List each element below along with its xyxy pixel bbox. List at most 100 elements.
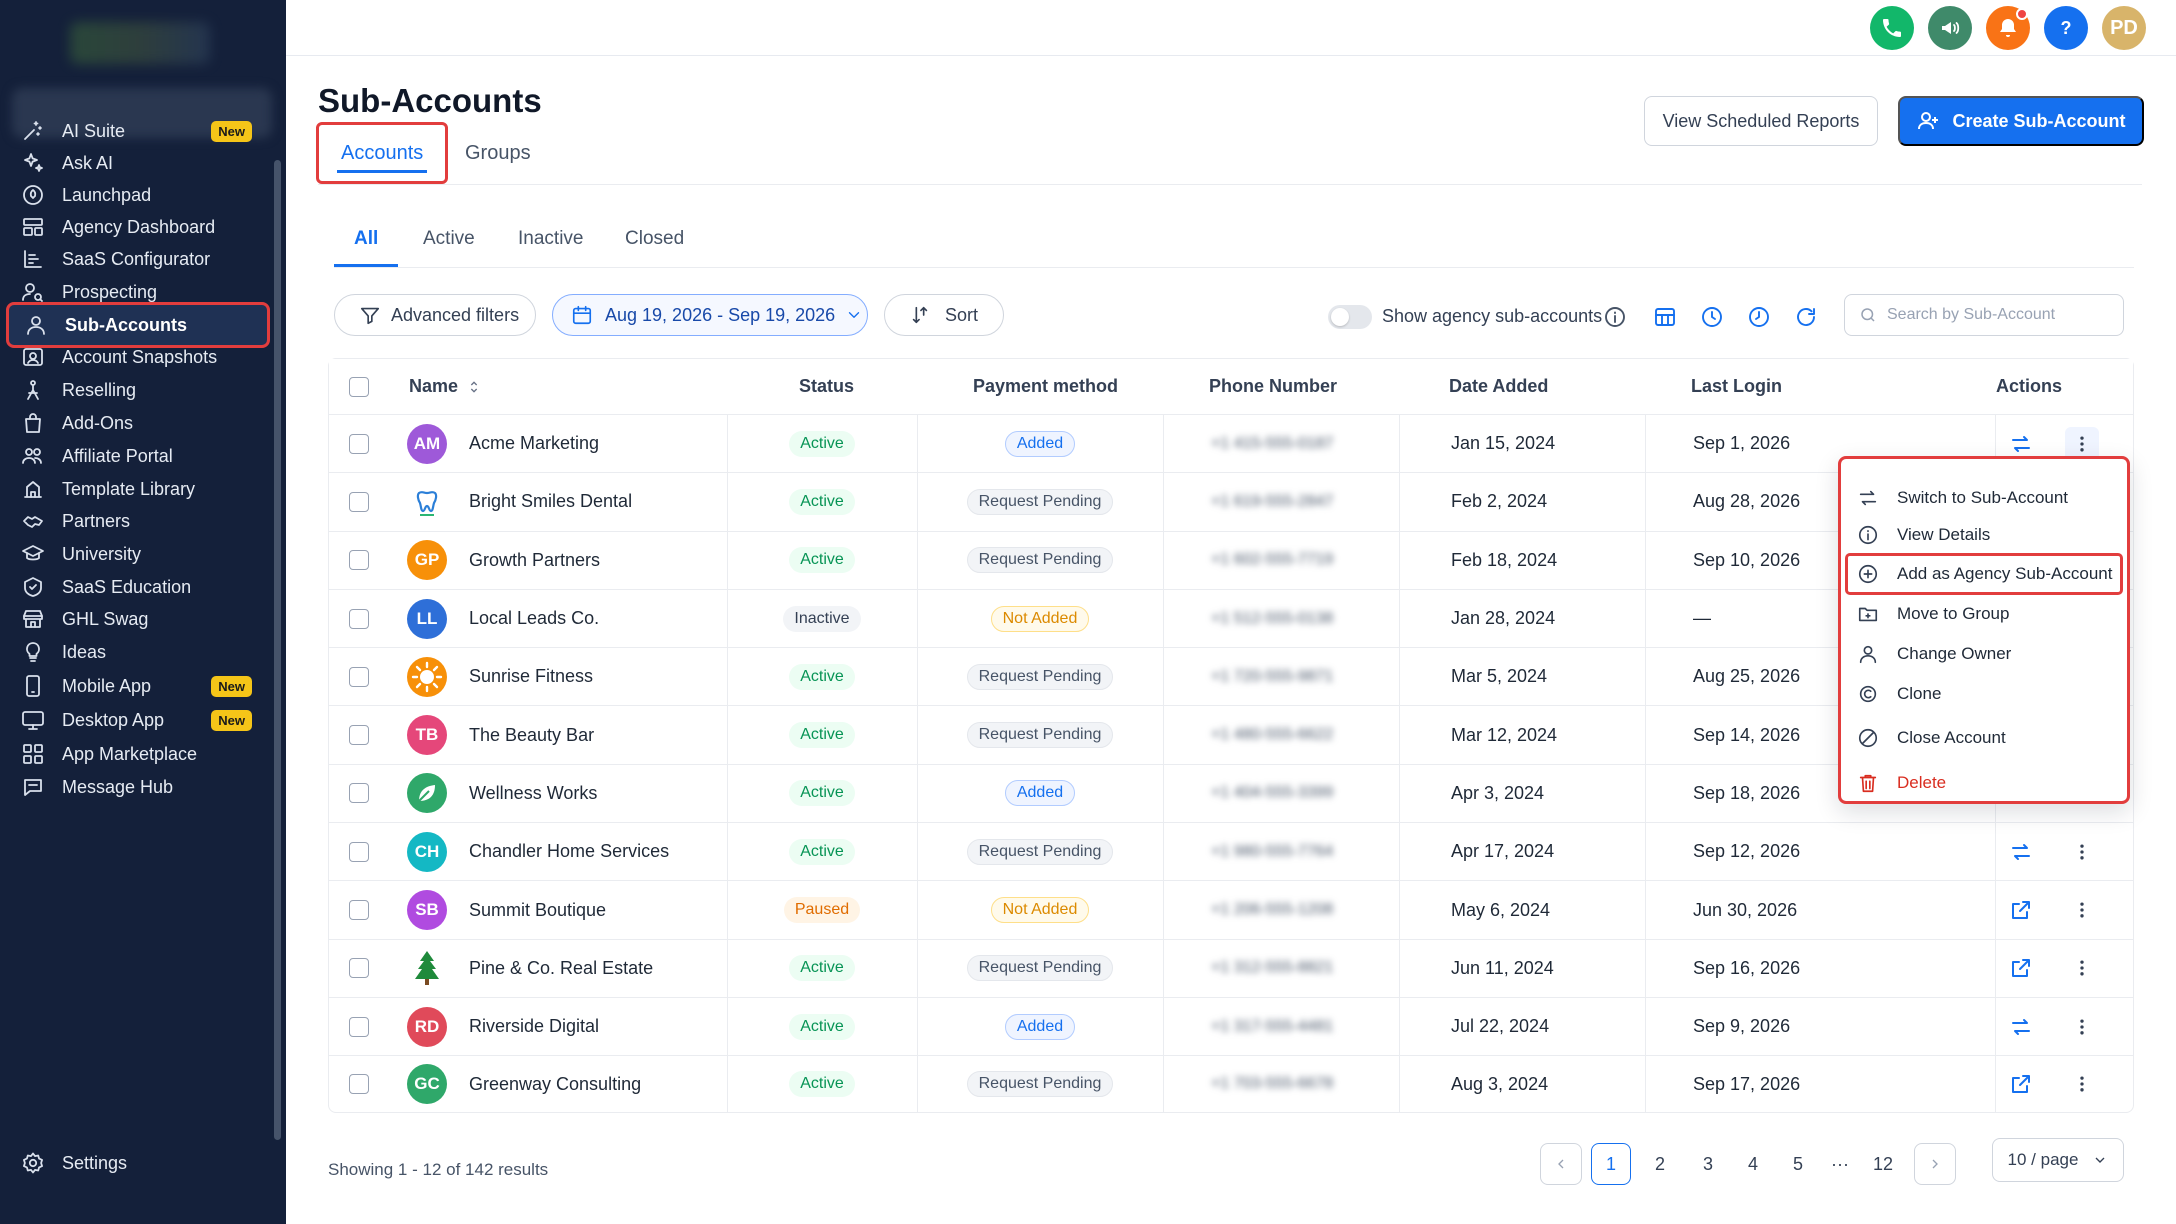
- desktop-icon: [20, 707, 46, 733]
- pine-tree-logo-icon: [407, 948, 447, 988]
- refresh-icon[interactable]: [1791, 302, 1821, 332]
- view-scheduled-reports-button[interactable]: View Scheduled Reports: [1644, 96, 1878, 146]
- switch-account-icon[interactable]: [2009, 823, 2033, 880]
- account-name-cell[interactable]: Bright Smiles Dental: [407, 473, 632, 530]
- menu-item-clone[interactable]: Clone: [1857, 677, 2113, 711]
- columns-icon[interactable]: [1650, 302, 1680, 332]
- kebab-menu-button[interactable]: [2065, 951, 2099, 985]
- menu-item-change-owner[interactable]: Change Owner: [1857, 637, 2113, 671]
- tab-groups[interactable]: Groups: [465, 122, 531, 184]
- open-external-icon[interactable]: [2009, 881, 2033, 938]
- row-checkbox[interactable]: [349, 608, 369, 629]
- row-checkbox[interactable]: [349, 900, 369, 921]
- next-page-button[interactable]: [1914, 1143, 1956, 1185]
- page-3[interactable]: 3: [1688, 1143, 1728, 1185]
- sidebar-item-message-hub[interactable]: Message Hub: [6, 764, 270, 810]
- menu-item-move-to-group[interactable]: Move to Group: [1857, 597, 2113, 631]
- menu-item-view-details[interactable]: View Details: [1857, 518, 2113, 552]
- page-2[interactable]: 2: [1640, 1143, 1680, 1185]
- row-checkbox-cell: [349, 706, 369, 763]
- column-header-phone: Phone Number: [1209, 376, 1338, 396]
- account-name-cell[interactable]: SB Summit Boutique: [407, 881, 606, 938]
- filter-tab-closed[interactable]: Closed: [625, 228, 684, 250]
- kebab-menu-button[interactable]: [2065, 1067, 2099, 1101]
- filter-tab-inactive[interactable]: Inactive: [518, 228, 583, 250]
- account-name-cell[interactable]: GC Greenway Consulting: [407, 1056, 641, 1112]
- create-sub-account-button[interactable]: Create Sub-Account: [1898, 96, 2144, 146]
- tab-accounts[interactable]: Accounts: [316, 122, 449, 184]
- row-checkbox[interactable]: [349, 666, 369, 687]
- sidebar-item-settings[interactable]: Settings: [6, 1140, 270, 1186]
- account-name-cell[interactable]: RD Riverside Digital: [407, 998, 599, 1055]
- user-avatar[interactable]: PD: [2102, 6, 2146, 50]
- info-icon[interactable]: [1600, 302, 1630, 332]
- table-row[interactable]: SB Summit Boutique Paused Not Added +1 206-5…: [329, 881, 2133, 940]
- account-name-cell[interactable]: TB The Beauty Bar: [407, 706, 594, 763]
- payment-badge: Added: [1004, 780, 1076, 807]
- open-external-icon[interactable]: [2009, 940, 2033, 997]
- row-checkbox[interactable]: [349, 1074, 369, 1095]
- row-checkbox[interactable]: [349, 725, 369, 746]
- account-name-cell[interactable]: Pine & Co. Real Estate: [407, 940, 653, 997]
- notifications-button[interactable]: [1986, 6, 2030, 50]
- agency-logo[interactable]: [70, 22, 210, 64]
- account-name-cell[interactable]: GP Growth Partners: [407, 532, 600, 589]
- page-5[interactable]: 5: [1778, 1143, 1818, 1185]
- row-checkbox[interactable]: [349, 433, 369, 454]
- table-row[interactable]: Pine & Co. Real Estate Active Request Pend…: [329, 939, 2133, 998]
- switch-account-icon[interactable]: [2009, 998, 2033, 1055]
- chevron-down-icon: [849, 312, 860, 318]
- phone-button[interactable]: [1870, 6, 1914, 50]
- open-external-icon[interactable]: [2009, 1056, 2033, 1112]
- row-checkbox[interactable]: [349, 958, 369, 979]
- menu-item-delete[interactable]: Delete: [1857, 766, 2113, 800]
- search-input[interactable]: [1887, 306, 2107, 324]
- kebab-menu-button[interactable]: [2065, 835, 2099, 869]
- filter-tab-all[interactable]: All: [354, 228, 378, 250]
- show-agency-label: Show agency sub-accounts: [1382, 306, 1603, 326]
- history-clock-icon[interactable]: [1697, 302, 1727, 332]
- kebab-menu-button[interactable]: [2065, 1010, 2099, 1044]
- table-row[interactable]: RD Riverside Digital Active Added +1 317-555…: [329, 997, 2133, 1057]
- column-header-name[interactable]: Name: [409, 359, 482, 414]
- advanced-filters-button[interactable]: Advanced filters: [334, 294, 536, 336]
- column-divider: [1645, 415, 1646, 473]
- menu-item-close-account[interactable]: Close Account: [1857, 721, 2113, 755]
- table-row[interactable]: GC Greenway Consulting Active Request Pendi…: [329, 1056, 2133, 1113]
- sort-button[interactable]: Sort: [884, 294, 1004, 336]
- row-checkbox[interactable]: [349, 1016, 369, 1037]
- account-name-cell[interactable]: Sunrise Fitness: [407, 648, 593, 705]
- date-range-picker[interactable]: Aug 19, 2026 - Sep 19, 2026: [552, 294, 868, 336]
- page-1[interactable]: 1: [1591, 1143, 1631, 1185]
- row-checkbox[interactable]: [349, 491, 369, 512]
- announcements-button[interactable]: [1928, 6, 1972, 50]
- show-agency-toggle[interactable]: [1328, 305, 1372, 329]
- page-4[interactable]: 4: [1733, 1143, 1773, 1185]
- sidebar-scrollbar[interactable]: [274, 160, 281, 1140]
- help-button[interactable]: ?: [2044, 6, 2088, 50]
- phone-number: +1 312-555-8821: [1211, 959, 1334, 977]
- page-12[interactable]: 12: [1863, 1143, 1903, 1185]
- schedule-clock-icon[interactable]: [1744, 302, 1774, 332]
- search-box[interactable]: [1844, 294, 2124, 336]
- select-all-checkbox[interactable]: [349, 376, 369, 397]
- row-actions-cell: [2065, 823, 2099, 880]
- menu-item-add-as-agency-sub-account[interactable]: Add as Agency Sub-Account: [1845, 553, 2123, 595]
- prev-page-button[interactable]: [1540, 1143, 1582, 1185]
- account-name-cell[interactable]: AM Acme Marketing: [407, 415, 599, 472]
- menu-item-switch-to-sub-account[interactable]: Switch to Sub-Account: [1857, 481, 2113, 515]
- account-name-cell[interactable]: Wellness Works: [407, 765, 597, 822]
- status-cell: Paused: [727, 881, 917, 938]
- table-row[interactable]: CH Chandler Home Services Active Request Pe…: [329, 823, 2133, 882]
- account-name-cell[interactable]: CH Chandler Home Services: [407, 823, 669, 880]
- account-name-cell[interactable]: LL Local Leads Co.: [407, 590, 599, 647]
- account-avatar: CH: [407, 831, 447, 872]
- row-checkbox[interactable]: [349, 783, 369, 804]
- per-page-select[interactable]: 10 / page: [1992, 1138, 2124, 1182]
- filter-tab-indicator: [334, 264, 398, 267]
- row-checkbox[interactable]: [349, 841, 369, 862]
- row-checkbox[interactable]: [349, 550, 369, 571]
- filter-tab-active[interactable]: Active: [423, 228, 475, 250]
- kebab-menu-button[interactable]: [2065, 893, 2099, 927]
- lightbulb-icon: [20, 639, 46, 665]
